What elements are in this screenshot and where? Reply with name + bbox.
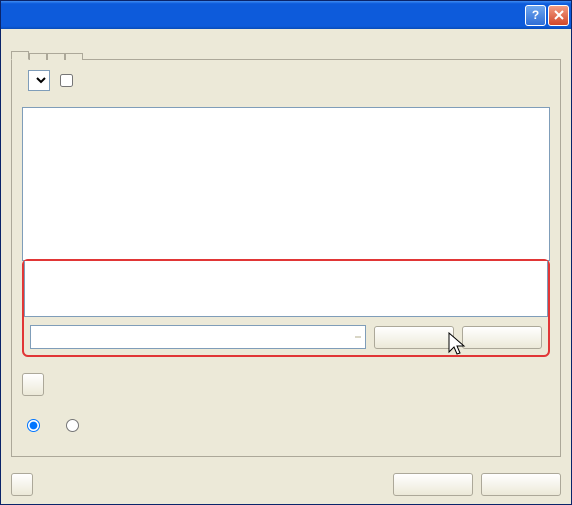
styles-list[interactable] [22,107,550,261]
tab-bar [11,37,561,59]
tab-recommend[interactable] [29,53,47,60]
dialog-content [1,29,571,504]
dialog-buttons-row [11,473,561,496]
delete-button [462,326,542,349]
sort-select[interactable] [28,70,50,91]
create-style-button[interactable] [22,373,44,396]
preview-bar [30,325,542,349]
tab-restrict[interactable] [47,53,65,60]
titlebar: ? [1,1,571,29]
scope-radio-row [22,416,550,435]
titlebar-buttons: ? [525,5,569,26]
radio-this-doc[interactable] [22,416,43,435]
preview-size-badge [355,336,361,338]
close-icon [554,10,564,20]
show-recommended-checkbox[interactable] [60,74,73,87]
cancel-button[interactable] [481,473,561,496]
highlight-box [22,259,550,357]
help-button[interactable]: ? [525,5,546,26]
create-row [22,373,550,398]
ok-button[interactable] [393,473,473,496]
tab-defaults[interactable] [65,53,83,60]
preview-section [24,325,548,355]
sort-row [22,70,550,91]
dialog-window: ? [0,0,572,505]
tab-edit[interactable] [11,51,29,60]
close-button[interactable] [548,5,569,26]
radio-new-docs[interactable] [61,416,82,435]
preview-box [30,325,366,349]
edit-button[interactable] [374,326,454,349]
tab-panel [11,59,561,457]
styles-list-lower[interactable] [24,261,548,317]
import-export-button[interactable] [11,473,33,496]
